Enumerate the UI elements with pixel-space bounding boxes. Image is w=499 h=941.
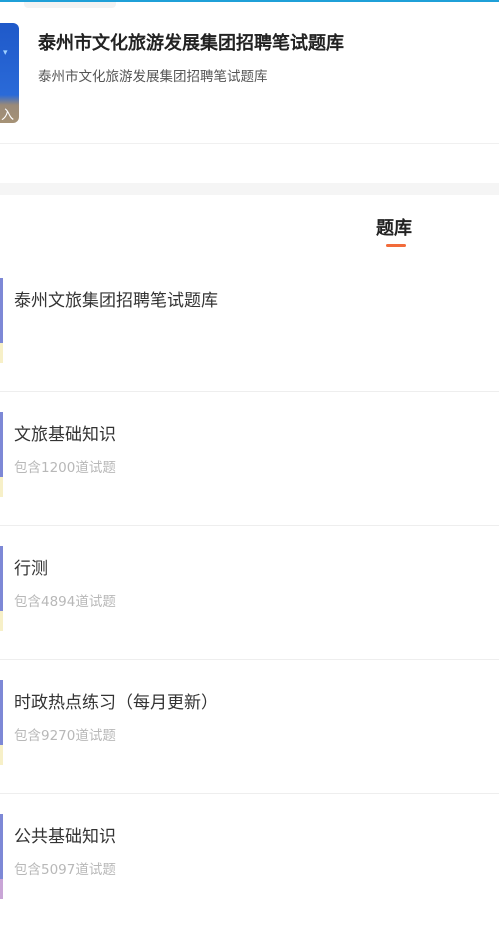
item-accent-bar-bottom — [0, 745, 3, 765]
item-name: 公共基础知识 — [14, 827, 116, 847]
item-accent-bar — [0, 680, 3, 745]
cover-label: 入 — [1, 108, 15, 123]
item-name: 时政热点练习（每月更新） — [14, 693, 218, 713]
item-name: 行测 — [14, 559, 48, 579]
item-name: 文旅基础知识 — [14, 425, 116, 445]
bank-title: 泰州市文化旅游发展集团招聘笔试题库 — [38, 33, 344, 54]
question-bank-list: 泰州文旅集团招聘笔试题库 文旅基础知识 包含1200道试题 行测 包含4894道… — [0, 258, 499, 927]
bank-subtitle: 泰州市文化旅游发展集团招聘笔试题库 — [38, 69, 268, 85]
item-accent-bar-bottom — [0, 611, 3, 631]
list-item[interactable]: 公共基础知识 包含5097道试题 — [0, 794, 499, 927]
item-count: 包含1200道试题 — [14, 460, 116, 476]
item-count: 包含5097道试题 — [14, 862, 116, 878]
cover-mark-icon: ▾ — [3, 48, 8, 58]
item-count: 包含9270道试题 — [14, 728, 116, 744]
list-item[interactable]: 泰州文旅集团招聘笔试题库 — [0, 258, 499, 392]
item-accent-bar — [0, 278, 3, 343]
item-accent-bar — [0, 412, 3, 477]
item-count: 包含4894道试题 — [14, 594, 116, 610]
item-accent-bar-bottom — [0, 879, 3, 899]
list-item[interactable]: 时政热点练习（每月更新） 包含9270道试题 — [0, 660, 499, 794]
bank-cover-image[interactable]: ▾ 入 — [0, 23, 19, 123]
item-accent-bar-bottom — [0, 477, 3, 497]
list-item[interactable]: 行测 包含4894道试题 — [0, 526, 499, 660]
section-divider — [0, 183, 499, 195]
tab-question-bank[interactable]: 题库 — [376, 214, 412, 240]
item-name: 泰州文旅集团招聘笔试题库 — [14, 291, 218, 311]
bank-header: ▾ 入 泰州市文化旅游发展集团招聘笔试题库 泰州市文化旅游发展集团招聘笔试题库 — [0, 8, 499, 144]
active-tab-indicator — [386, 244, 406, 247]
item-accent-bar — [0, 546, 3, 611]
list-item[interactable]: 文旅基础知识 包含1200道试题 — [0, 392, 499, 526]
item-accent-bar-bottom — [0, 343, 3, 363]
item-accent-bar — [0, 814, 3, 879]
